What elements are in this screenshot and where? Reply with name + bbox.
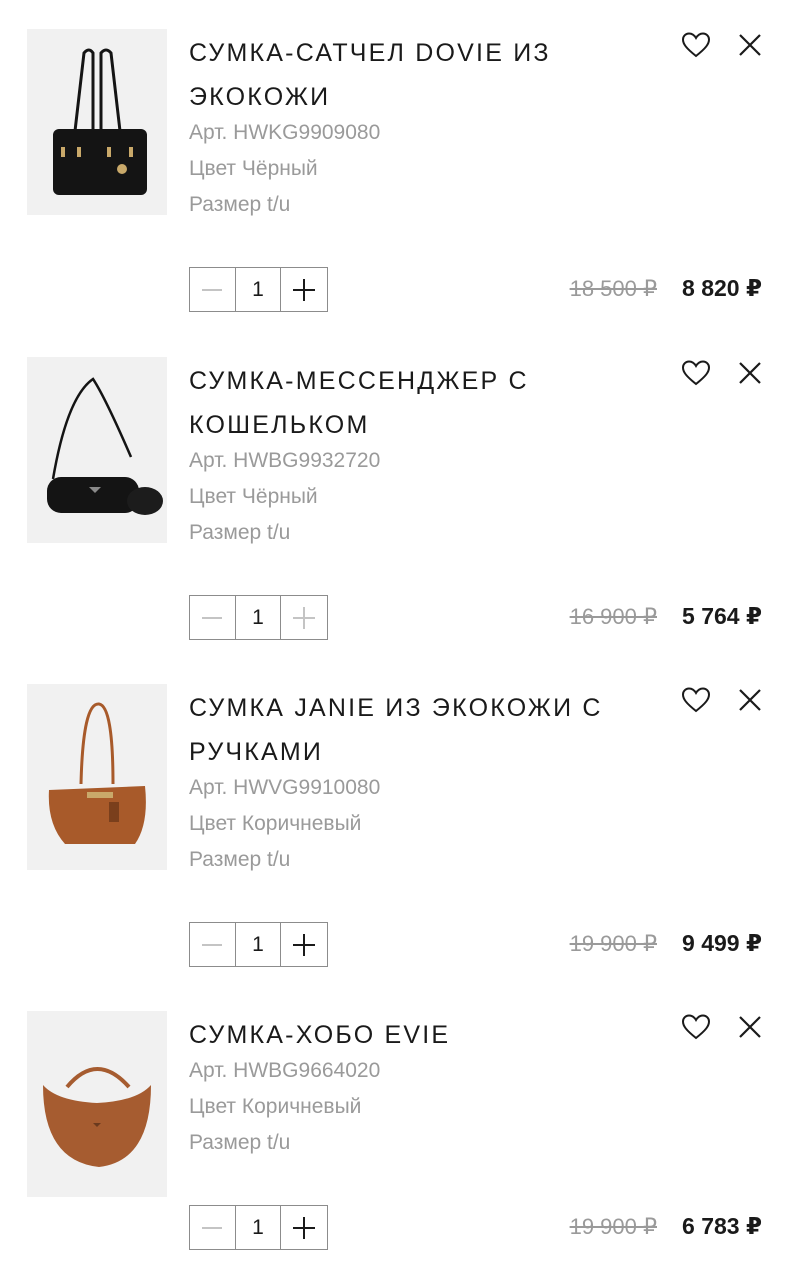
plus-icon (293, 933, 316, 956)
product-sku: Арт. HWVG9910080 (189, 776, 381, 799)
decrease-button[interactable] (190, 1206, 236, 1249)
quantity-stepper: 1 (189, 267, 328, 312)
remove-close-icon[interactable] (734, 357, 766, 389)
increase-button[interactable] (281, 1206, 327, 1249)
minus-icon (202, 1226, 223, 1229)
old-price: 16 900 ₽ (569, 604, 657, 629)
product-title[interactable]: СУМКА-САТЧЕЛ DOVIE ИЗ ЭКОКОЖИ (189, 31, 659, 119)
remove-close-icon[interactable] (734, 1011, 766, 1043)
current-price: 5 764 ₽ (682, 603, 762, 629)
product-title[interactable]: СУМКА-ХОБО EVIE (189, 1013, 659, 1057)
messenger-bag-image (47, 377, 163, 515)
quantity-value[interactable]: 1 (236, 1206, 282, 1249)
increase-button[interactable] (281, 596, 327, 639)
product-size: Размер t/u (189, 848, 291, 871)
product-color: Цвет Чёрный (189, 485, 318, 508)
product-title[interactable]: СУМКА JANIE ИЗ ЭКОКОЖИ С РУЧКАМИ (189, 686, 659, 774)
old-price: 19 900 ₽ (569, 1214, 657, 1239)
hobo-bag-image (43, 1067, 151, 1167)
brown-bag-image (48, 702, 146, 844)
decrease-button[interactable] (190, 268, 236, 311)
product-image[interactable] (27, 684, 167, 870)
product-image[interactable] (27, 1011, 167, 1197)
remove-close-icon[interactable] (734, 29, 766, 61)
increase-button[interactable] (281, 268, 327, 311)
increase-button[interactable] (281, 923, 327, 966)
wishlist-heart-icon[interactable] (680, 29, 712, 61)
minus-icon (202, 616, 223, 619)
product-size: Размер t/u (189, 521, 291, 544)
product-title[interactable]: СУМКА-МЕССЕНДЖЕР С КОШЕЛЬКОМ (189, 359, 659, 447)
product-color: Цвет Коричневый (189, 1095, 362, 1118)
old-price: 18 500 ₽ (569, 276, 657, 301)
plus-icon (293, 278, 316, 301)
product-sku: Арт. HWBG9932720 (189, 449, 381, 472)
product-image[interactable] (27, 29, 167, 215)
satchel-bag-image (53, 48, 147, 195)
remove-close-icon[interactable] (734, 684, 766, 716)
minus-icon (202, 943, 223, 946)
product-color: Цвет Чёрный (189, 157, 318, 180)
wishlist-heart-icon[interactable] (680, 357, 712, 389)
product-image[interactable] (27, 357, 167, 543)
product-size: Размер t/u (189, 193, 291, 216)
product-size: Размер t/u (189, 1131, 291, 1154)
decrease-button[interactable] (190, 596, 236, 639)
quantity-value[interactable]: 1 (236, 923, 282, 966)
current-price: 6 783 ₽ (682, 1213, 762, 1239)
product-color: Цвет Коричневый (189, 812, 362, 835)
quantity-value[interactable]: 1 (236, 596, 282, 639)
quantity-stepper: 1 (189, 922, 328, 967)
quantity-stepper: 1 (189, 595, 328, 640)
plus-icon (293, 1216, 316, 1239)
quantity-stepper: 1 (189, 1205, 328, 1250)
minus-icon (202, 288, 223, 291)
old-price: 19 900 ₽ (569, 931, 657, 956)
wishlist-heart-icon[interactable] (680, 684, 712, 716)
wishlist-heart-icon[interactable] (680, 1011, 712, 1043)
product-sku: Арт. HWBG9664020 (189, 1059, 381, 1082)
plus-icon (293, 606, 316, 629)
product-sku: Арт. HWKG9909080 (189, 121, 381, 144)
current-price: 8 820 ₽ (682, 275, 762, 301)
current-price: 9 499 ₽ (682, 930, 762, 956)
decrease-button[interactable] (190, 923, 236, 966)
quantity-value[interactable]: 1 (236, 268, 282, 311)
